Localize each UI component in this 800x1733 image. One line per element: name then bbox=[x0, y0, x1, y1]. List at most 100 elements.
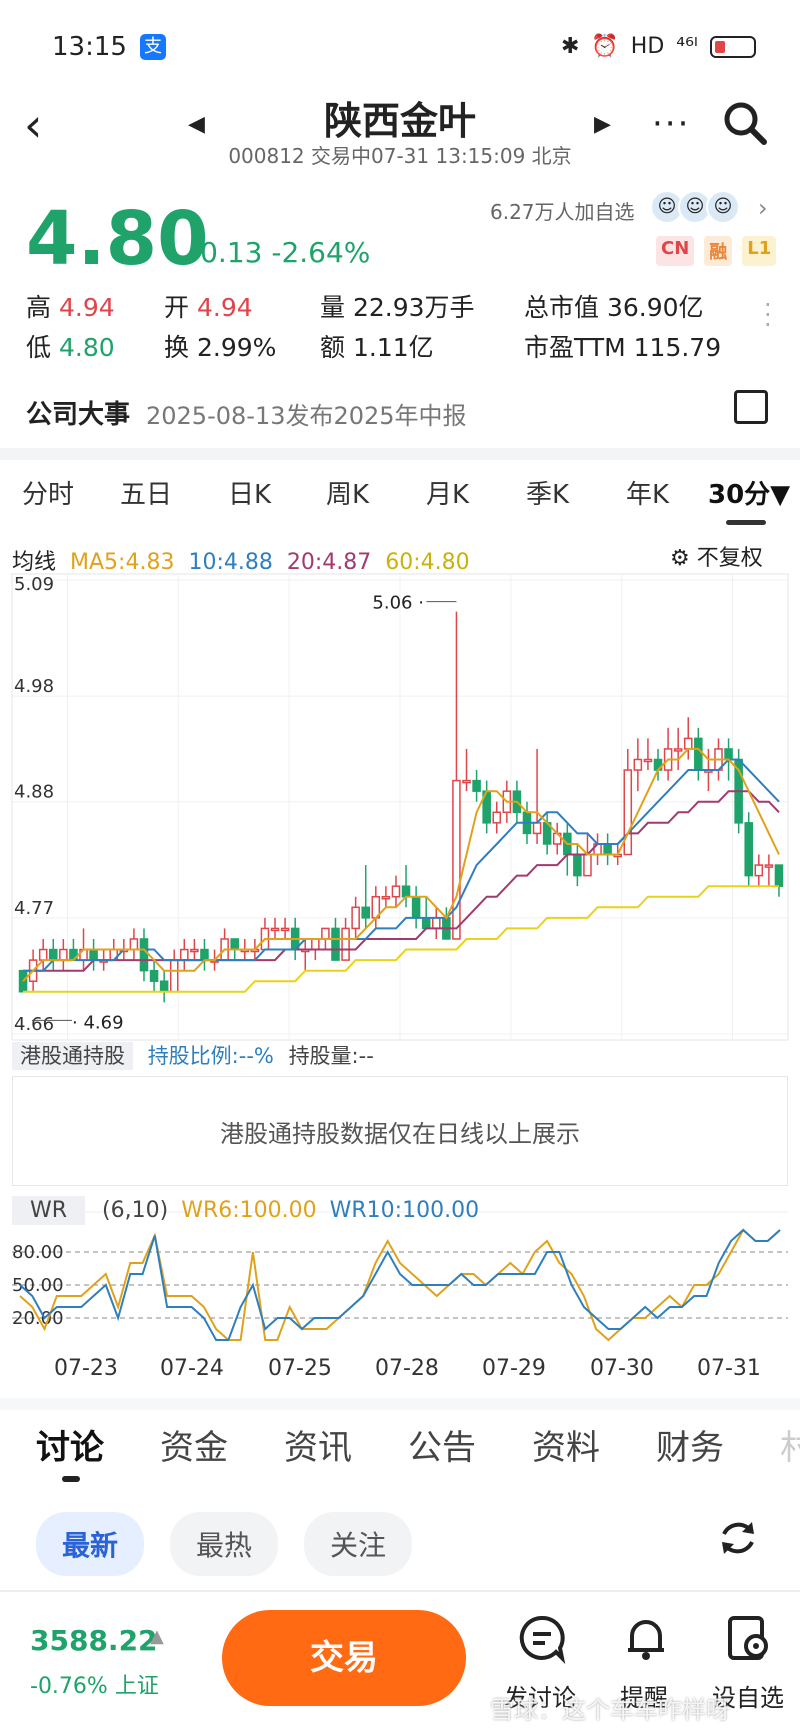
next-stock-icon[interactable]: ▶ bbox=[594, 112, 611, 137]
content-tabs: 讨论 资金 资讯 公告 资料 财务 村 bbox=[0, 1420, 800, 1490]
stat-amount: 额 1.11亿 bbox=[320, 328, 434, 364]
tab-30min[interactable]: 30分▼ bbox=[708, 474, 790, 511]
y-tick-label: 4.66 bbox=[14, 1014, 54, 1035]
candle-body bbox=[391, 885, 401, 898]
filter-following[interactable]: 关注 bbox=[304, 1512, 413, 1576]
alarm-icon: ⏰ bbox=[591, 34, 619, 59]
settings-icon: ⚙ bbox=[670, 546, 690, 571]
candle-body bbox=[744, 822, 754, 877]
chevron-right-icon[interactable]: › bbox=[758, 194, 768, 222]
date-label: 07-24 bbox=[160, 1356, 224, 1381]
stat-label: 换 bbox=[164, 333, 190, 362]
current-price: 4.80 bbox=[26, 196, 209, 282]
alipay-icon: 支 bbox=[140, 34, 166, 60]
candle-body bbox=[280, 927, 290, 932]
candle-body bbox=[774, 864, 784, 887]
clock: 13:15 bbox=[52, 32, 127, 62]
price-change: -0.13 -2.64% bbox=[190, 236, 371, 269]
candle-body bbox=[603, 843, 612, 856]
more-stats-icon[interactable]: · · · bbox=[764, 293, 772, 337]
candle-body bbox=[462, 779, 471, 784]
candle-body bbox=[724, 748, 733, 761]
tab-discussion[interactable]: 讨论 bbox=[36, 1420, 104, 1469]
tab-funds[interactable]: 资金 bbox=[160, 1420, 228, 1469]
candle-body bbox=[200, 948, 209, 961]
stat-label: 市盈TTM bbox=[524, 333, 626, 362]
tab-more[interactable]: 村 bbox=[780, 1420, 800, 1469]
candle-body bbox=[472, 779, 481, 792]
filter-latest[interactable]: 最新 bbox=[36, 1512, 145, 1576]
bell-icon[interactable] bbox=[620, 1612, 672, 1664]
tab-monthly[interactable]: 月K bbox=[426, 474, 469, 511]
adjust-selector[interactable]: ⚙ 不复权 bbox=[670, 540, 763, 572]
stat-label: 开 bbox=[164, 293, 190, 322]
followers-count[interactable]: 6.27万人加自选 bbox=[490, 196, 635, 225]
tab-profile[interactable]: 资料 bbox=[532, 1420, 600, 1469]
stat-label: 额 bbox=[320, 333, 346, 362]
tab-quarterly[interactable]: 季K bbox=[526, 474, 569, 511]
wr-tag[interactable]: WR bbox=[12, 1196, 86, 1225]
candle-body bbox=[321, 927, 330, 940]
stat-value: 2.99% bbox=[196, 333, 277, 362]
stat-label: 总市值 bbox=[524, 293, 600, 322]
candle-body bbox=[381, 895, 391, 900]
stat-open: 开 4.94 bbox=[164, 288, 253, 324]
tab-intraday[interactable]: 分时 bbox=[22, 474, 74, 511]
battery-icon bbox=[710, 35, 756, 58]
candle-body bbox=[190, 948, 199, 953]
candle-body bbox=[311, 938, 320, 951]
search-icon[interactable] bbox=[722, 100, 768, 146]
triangle-up-icon: ▲ bbox=[150, 1626, 164, 1647]
candle-body bbox=[623, 769, 633, 856]
candle-body bbox=[573, 853, 582, 877]
hk-note: 港股通持股数据仅在日线以上展示 bbox=[12, 1076, 788, 1186]
bluetooth-icon: ✱ bbox=[560, 34, 580, 59]
tab-yearly[interactable]: 年K bbox=[626, 474, 669, 511]
tab-weekly[interactable]: 周K bbox=[326, 474, 369, 511]
status-bar: 13:15 支 ✱ ⏰ HD ⁴⁶ᴵ bbox=[0, 0, 800, 96]
watchlist-icon[interactable] bbox=[722, 1612, 774, 1664]
stat-value: 36.90亿 bbox=[606, 293, 704, 322]
tab-5day[interactable]: 五日 bbox=[120, 474, 172, 511]
index-change[interactable]: -0.76% 上证 bbox=[30, 1668, 159, 1700]
refresh-icon[interactable] bbox=[714, 1514, 762, 1562]
high-marker-label: 5.06 · bbox=[372, 593, 424, 614]
date-label: 07-23 bbox=[54, 1356, 118, 1381]
y-tick-label: 5.09 bbox=[14, 574, 54, 595]
trade-button[interactable]: 交易 bbox=[222, 1610, 466, 1706]
kline-chart[interactable]: 5.094.984.884.774.665.06 ·· 4.6980.0050.… bbox=[0, 570, 800, 1390]
hd-icon: HD bbox=[630, 34, 665, 59]
more-icon[interactable]: ··· bbox=[652, 104, 690, 144]
event-text[interactable]: 2025-08-13发布2025年中报 bbox=[146, 396, 467, 431]
candle-body bbox=[673, 748, 683, 752]
badge-margin: 融 bbox=[704, 236, 733, 266]
hk-amount: 持股量:-- bbox=[288, 1044, 374, 1068]
filter-hot[interactable]: 最热 bbox=[170, 1512, 279, 1576]
stat-value: 115.79 bbox=[633, 333, 722, 362]
tab-daily[interactable]: 日K bbox=[228, 474, 271, 511]
candle-body bbox=[270, 927, 280, 932]
divider bbox=[0, 1590, 800, 1592]
candle-body bbox=[452, 779, 461, 940]
tab-underline bbox=[726, 520, 766, 525]
candle-body bbox=[411, 895, 421, 919]
stock-code-status: 000812 交易中07-31 13:15:09 北京 bbox=[228, 144, 572, 168]
calendar-icon[interactable] bbox=[734, 390, 768, 424]
tab-news[interactable]: 资讯 bbox=[284, 1420, 352, 1469]
y-tick-label: 4.77 bbox=[14, 898, 54, 919]
date-label: 07-30 bbox=[590, 1356, 654, 1381]
candle-body bbox=[431, 917, 441, 930]
candle-body bbox=[532, 822, 542, 835]
index-value[interactable]: 3588.22 bbox=[30, 1624, 158, 1657]
candle-body bbox=[331, 927, 340, 961]
follower-avatars[interactable]: ☺ ☺ ☺ bbox=[650, 190, 740, 224]
hk-holdings-header: 港股通持股 持股比例:--% 持股量:-- bbox=[12, 1040, 788, 1074]
low-marker-label: · 4.69 bbox=[72, 1012, 124, 1033]
discuss-icon[interactable] bbox=[516, 1612, 568, 1664]
y-tick-label: 4.98 bbox=[14, 676, 54, 697]
candle-body bbox=[583, 853, 592, 877]
sort-filters: 最新 最热 关注 bbox=[36, 1512, 413, 1576]
tab-announcements[interactable]: 公告 bbox=[408, 1420, 476, 1469]
wr6-value: WR6:100.00 bbox=[181, 1198, 317, 1223]
tab-financials[interactable]: 财务 bbox=[656, 1420, 724, 1469]
